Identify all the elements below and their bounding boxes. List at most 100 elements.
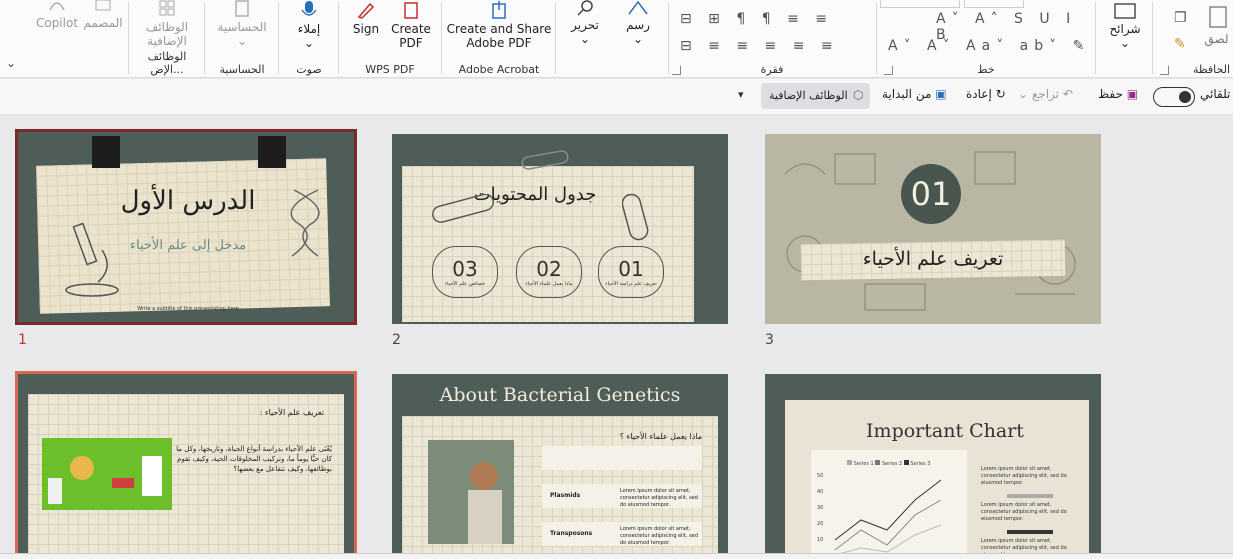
microphone-icon — [301, 1, 317, 16]
slide-thumbnail-4[interactable]: تعريف علم الأحياء : يُعْنَى علم الأحياء … — [15, 371, 357, 553]
shapes-icon — [628, 0, 648, 15]
addins-btn-line1: الوظائف — [145, 20, 189, 34]
slide-thumbnail-5[interactable]: About Bacterial Genetics ماذا يعمل علماء… — [392, 374, 728, 553]
y-tick: 40 — [817, 489, 824, 495]
create-share-pdf-button[interactable]: Create and Share Adobe PDF — [445, 0, 553, 50]
sensitivity-btn-label: الحساسية — [217, 20, 267, 34]
autosave-toggle[interactable] — [1153, 87, 1195, 107]
paragraph-launcher[interactable] — [672, 66, 681, 75]
create-share-line2: Adobe PDF — [466, 36, 532, 50]
undo-label: تراجع — [1031, 87, 1059, 101]
create-pdf-icon — [404, 2, 418, 19]
paste-button[interactable]: لصق — [1200, 4, 1233, 46]
font-group: A˅ A˄ S U I B A˅ A˅ Aa˅ ab˅ ✎ خط — [880, 0, 1092, 78]
sensitivity-icon — [235, 0, 249, 17]
legend-item: Series 2 — [881, 461, 903, 467]
slide-number-1: 1 — [18, 332, 27, 348]
row-text: Lorem ipsum dolor sit amet, consectetur … — [620, 526, 698, 546]
paragraph-group: ⊟ ⊞ ¶ ¶ ≡ ≡ ⊟ ≡ ≡ ≡ ≡ ≡ فقرة — [672, 0, 872, 78]
acrobat-group: Create and Share Adobe PDF Adobe Acrobat — [445, 0, 553, 78]
font-name-box[interactable] — [880, 0, 960, 8]
slides-button[interactable]: شرائح ⌄ — [1102, 2, 1148, 50]
dna-icon — [290, 189, 320, 257]
row-label: Transposons — [550, 530, 593, 537]
undo-button[interactable]: ⌄ تراجع ↶ — [1018, 87, 1073, 101]
sensitivity-button[interactable]: الحساسية ⌄ — [208, 0, 276, 48]
slides-icon — [1114, 3, 1136, 19]
chevron-down-icon: ⌄ — [632, 32, 644, 46]
create-pdf-button[interactable]: Create PDF — [390, 0, 432, 50]
draw-button[interactable]: رسم ⌄ — [612, 0, 664, 46]
copy-icon[interactable]: ❐ — [1174, 10, 1187, 26]
toc-item-2[interactable]: 02 ماذا يعمل علماء الأحياء — [516, 246, 582, 298]
slide1-title: الدرس الأول — [120, 186, 256, 216]
clipboard-launcher[interactable] — [1160, 66, 1169, 75]
note-bar — [1007, 530, 1053, 534]
y-tick: 30 — [817, 505, 824, 511]
dictate-button[interactable]: إملاء ⌄ — [282, 0, 336, 50]
qat-addins-button[interactable]: الوظائف الإضافية ⬡ — [761, 83, 870, 109]
toc-item-1[interactable]: 01 تعريف علم دراسة الأحياء — [598, 246, 664, 298]
toc-item-number: 03 — [452, 257, 478, 281]
chart-note-1: Lorem ipsum dolor sit amet, consectetur … — [981, 466, 1067, 486]
y-tick: 20 — [817, 521, 824, 527]
copilot-label: Copilot — [35, 16, 79, 30]
addins-label: الوظائف الإض... — [147, 50, 187, 76]
status-bar — [0, 553, 1233, 559]
paragraph-row-2[interactable]: ⊟ ≡ ≡ ≡ ≡ ≡ — [680, 38, 839, 54]
paragraph-label: فقرة — [760, 63, 784, 76]
slide5-title: About Bacterial Genetics — [439, 384, 681, 406]
chevron-down-icon: ⌄ — [1119, 36, 1131, 50]
slide4-body: يُعْنَى علم الأحياء بدراسة أنواع الحياة،… — [176, 445, 332, 473]
slide5-question: ماذا يعمل علماء الأحياء ؟ — [619, 432, 702, 441]
designer-button[interactable]: المصمم — [80, 0, 126, 30]
sign-icon — [357, 2, 375, 19]
transposons-row: Transposons Lorem ipsum dolor sit amet, … — [542, 522, 702, 546]
chart-legend: Series 1 Series 2 Series 3 — [847, 460, 930, 467]
slide-thumbnail-1[interactable]: الدرس الأول مدخل إلى علم الأحياء Write a… — [15, 129, 357, 325]
binder-clip-left — [92, 136, 120, 168]
save-button[interactable]: حفظ ▣ — [1098, 87, 1138, 101]
slide1-subtitle: مدخل إلى علم الأحياء — [129, 238, 247, 253]
toc-item-text: تعريف علم دراسة الأحياء — [605, 281, 657, 287]
slide-thumbnail-6[interactable]: Important Chart Series 1 Series 2 Series… — [765, 374, 1101, 553]
from-beginning-label: من البداية — [882, 87, 932, 101]
sign-button[interactable]: Sign — [346, 0, 386, 36]
legend-item: Series 3 — [910, 461, 931, 467]
font-launcher[interactable] — [884, 66, 893, 75]
addins-group: الوظائف الإضافية الوظائف الإض... — [132, 0, 202, 78]
microscope-icon — [65, 222, 119, 297]
line-chart-graphic — [834, 479, 942, 553]
font-size-box[interactable] — [964, 0, 1024, 8]
binder-clip-right — [258, 136, 286, 168]
paragraph-row-1[interactable]: ⊟ ⊞ ¶ ¶ ≡ ≡ — [680, 11, 833, 27]
edit-button[interactable]: تحرير ⌄ — [560, 0, 610, 46]
toc-item-number: 01 — [618, 257, 644, 281]
chevron-down-icon: ⌄ — [579, 32, 591, 46]
create-share-line1: Create and Share — [446, 22, 552, 36]
toc-item-3[interactable]: 03 خصائص علم الأحياء — [432, 246, 498, 298]
format-painter-icon[interactable]: ✎ — [1174, 36, 1186, 52]
draw-label: رسم — [626, 18, 650, 32]
slide3-title: تعريف علم الأحياء — [862, 248, 1004, 270]
slide-thumbnail-2[interactable]: جدول المحتويات 01 تعريف علم دراسة الأحيا… — [392, 134, 728, 324]
font-effects-row[interactable]: A˅ A˅ Aa˅ ab˅ ✎ — [888, 38, 1090, 54]
font-label: خط — [977, 63, 995, 76]
redo-button[interactable]: إعادة ↻ — [966, 87, 1006, 101]
from-beginning-button[interactable]: من البداية ▣ — [882, 87, 947, 101]
copilot-button[interactable]: Copilot — [34, 0, 80, 30]
bacteria-icon — [432, 194, 494, 223]
addins-button[interactable]: الوظائف الإضافية — [132, 0, 202, 48]
legend-swatch — [903, 460, 909, 465]
designer-icon — [95, 0, 111, 11]
slide-thumbnail-3[interactable]: 01 تعريف علم الأحياء — [765, 134, 1101, 324]
toc-item-text: ماذا يعمل علماء الأحياء — [525, 281, 573, 287]
sign-label: Sign — [352, 22, 380, 36]
undo-icon: ↶ — [1062, 87, 1073, 101]
slide-number-3: 3 — [765, 332, 774, 348]
voice-group: إملاء ⌄ صوت — [282, 0, 336, 78]
customize-qat-icon[interactable]: ▾ — [738, 88, 744, 101]
chart-note-2: Lorem ipsum dolor sit amet, consectetur … — [981, 502, 1067, 522]
toggle-knob — [1179, 91, 1191, 103]
collapse-ribbon-icon[interactable]: ⌄ — [6, 56, 16, 70]
